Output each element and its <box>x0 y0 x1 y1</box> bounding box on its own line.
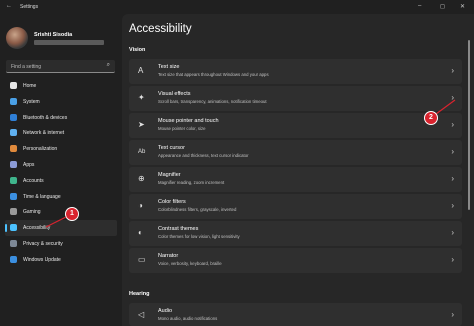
annotation-marker-2: 2 <box>425 112 437 124</box>
annotation-arrows <box>45 99 456 228</box>
